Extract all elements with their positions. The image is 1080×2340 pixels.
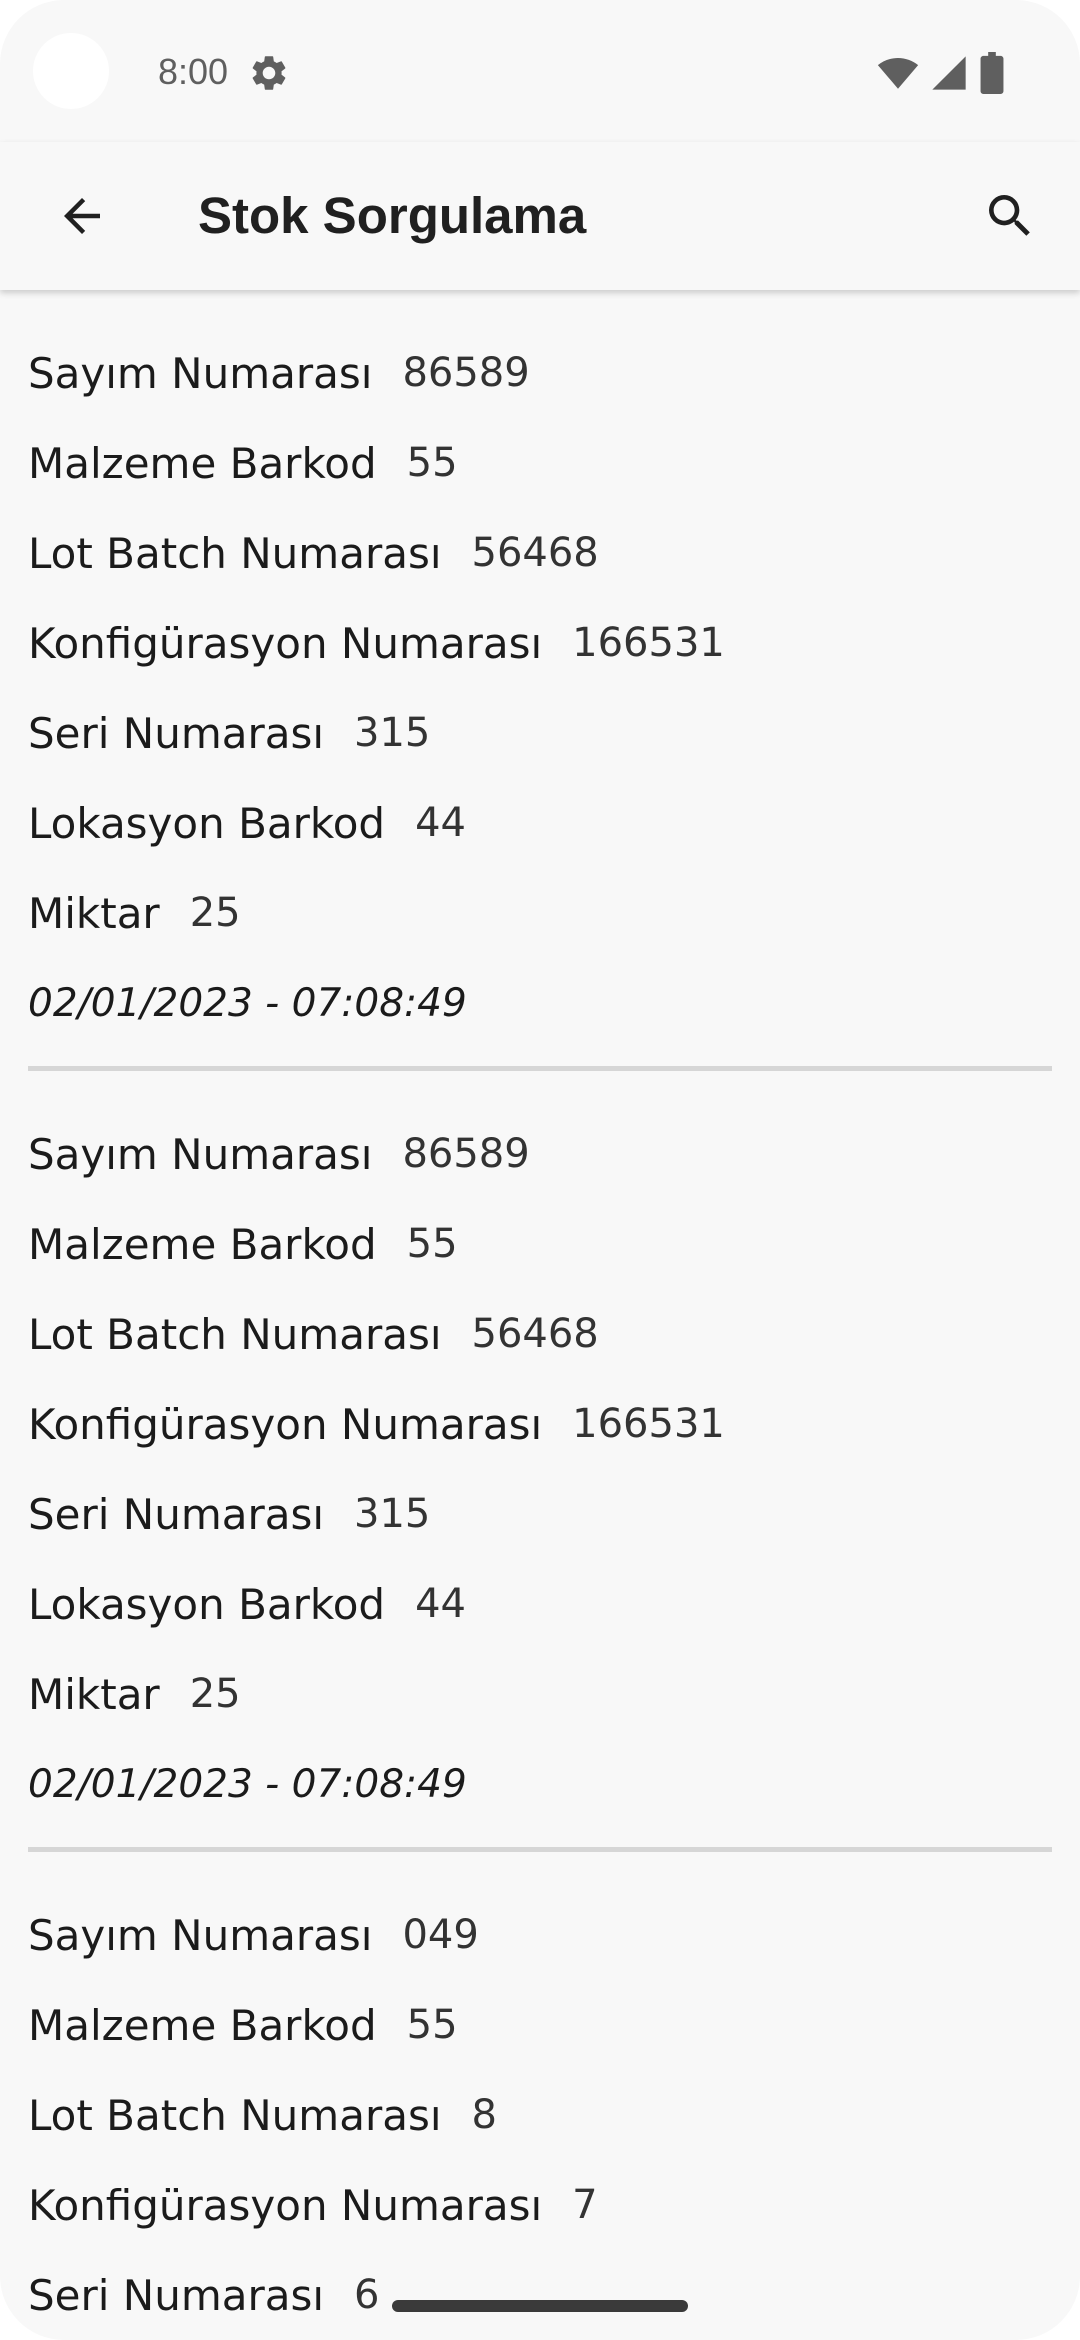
field-row-seri-numarasi: Seri Numarası 6	[28, 2250, 1052, 2340]
field-label: Lokasyon Barkod	[28, 1579, 386, 1629]
field-label: Miktar	[28, 1669, 160, 1719]
field-label: Sayım Numarası	[28, 1129, 373, 1179]
field-row-konfigurasyon-numarasi: Konfigürasyon Numarası 166531	[28, 1379, 1052, 1469]
field-row-sayim-numarasi: Sayım Numarası 049	[28, 1890, 1052, 1980]
home-indicator[interactable]	[392, 2300, 688, 2312]
field-label: Sayım Numarası	[28, 348, 373, 398]
field-label: Lokasyon Barkod	[28, 798, 386, 848]
field-value: 166531	[572, 1401, 725, 1447]
status-bar: 8:00	[0, 0, 1080, 142]
field-row-lokasyon-barkod: Lokasyon Barkod 44	[28, 1559, 1052, 1649]
field-label: Malzeme Barkod	[28, 438, 377, 488]
field-row-lot-batch-numarasi: Lot Batch Numarası 56468	[28, 508, 1052, 598]
field-value: 7	[572, 2182, 598, 2228]
field-value: 55	[406, 1221, 458, 1267]
field-row-malzeme-barkod: Malzeme Barkod 55	[28, 1199, 1052, 1289]
field-label: Malzeme Barkod	[28, 1219, 377, 1269]
field-label: Miktar	[28, 888, 160, 938]
field-row-lot-batch-numarasi: Lot Batch Numarası 56468	[28, 1289, 1052, 1379]
wifi-icon	[877, 57, 919, 89]
field-row-lokasyon-barkod: Lokasyon Barkod 44	[28, 778, 1052, 868]
field-label: Seri Numarası	[28, 1489, 325, 1539]
field-row-malzeme-barkod: Malzeme Barkod 55	[28, 1980, 1052, 2070]
field-value: 55	[406, 2002, 458, 2048]
field-label: Konfigürasyon Numarası	[28, 618, 543, 668]
search-button[interactable]	[968, 174, 1052, 258]
field-value: 049	[402, 1912, 479, 1958]
list-item[interactable]: Sayım Numarası 86589 Malzeme Barkod 55 L…	[0, 1071, 1080, 1829]
field-value: 44	[415, 800, 466, 846]
field-row-lot-batch-numarasi: Lot Batch Numarası 8	[28, 2070, 1052, 2160]
field-row-sayim-numarasi: Sayım Numarası 86589	[28, 1109, 1052, 1199]
field-value: 56468	[471, 530, 599, 576]
field-row-seri-numarasi: Seri Numarası 315	[28, 688, 1052, 778]
arrow-left-icon	[64, 198, 100, 234]
field-row-konfigurasyon-numarasi: Konfigürasyon Numarası 7	[28, 2160, 1052, 2250]
list-item[interactable]: Sayım Numarası 86589 Malzeme Barkod 55 L…	[0, 290, 1080, 1048]
search-icon	[989, 195, 1030, 236]
settings-icon	[252, 56, 286, 90]
camera-cutout	[33, 33, 109, 109]
field-label: Lot Batch Numarası	[28, 2090, 442, 2140]
field-value: 44	[415, 1581, 466, 1627]
field-label: Lot Batch Numarası	[28, 1309, 442, 1359]
status-icons	[877, 52, 1005, 94]
battery-icon	[980, 52, 1004, 94]
field-label: Lot Batch Numarası	[28, 528, 442, 578]
field-value: 86589	[402, 1131, 530, 1177]
field-value: 25	[189, 890, 241, 936]
field-label: Seri Numarası	[28, 2270, 325, 2320]
field-value: 86589	[402, 350, 530, 396]
field-row-konfigurasyon-numarasi: Konfigürasyon Numarası 166531	[28, 598, 1052, 688]
field-label: Konfigürasyon Numarası	[28, 1399, 543, 1449]
field-label: Malzeme Barkod	[28, 2000, 377, 2050]
record-date: 02/01/2023 - 07:08:49	[28, 980, 467, 1026]
page-title: Stok Sorgulama	[198, 187, 587, 244]
field-value: 6	[354, 2272, 380, 2318]
list-item[interactable]: Sayım Numarası 049 Malzeme Barkod 55 Lot…	[0, 1852, 1080, 2340]
field-value: 8	[471, 2092, 497, 2138]
field-label: Sayım Numarası	[28, 1910, 373, 1960]
field-value: 56468	[471, 1311, 599, 1357]
field-row-miktar: Miktar 25	[28, 868, 1052, 958]
field-label: Konfigürasyon Numarası	[28, 2180, 543, 2230]
field-value: 315	[354, 1491, 431, 1537]
record-date: 02/01/2023 - 07:08:49	[28, 1761, 467, 1807]
field-row-miktar: Miktar 25	[28, 1649, 1052, 1739]
status-time: 8:00	[158, 51, 229, 92]
field-row-sayim-numarasi: Sayım Numarası 86589	[28, 328, 1052, 418]
screen: 8:00 Stok Sorgulama Sayım Numarası 86589…	[0, 0, 1080, 2340]
field-value: 166531	[572, 620, 725, 666]
app-bar: Stok Sorgulama	[0, 142, 1080, 290]
field-row-malzeme-barkod: Malzeme Barkod 55	[28, 418, 1052, 508]
field-label: Seri Numarası	[28, 708, 325, 758]
field-value: 55	[406, 440, 458, 486]
field-row-seri-numarasi: Seri Numarası 315	[28, 1469, 1052, 1559]
cellular-signal-icon	[932, 56, 966, 90]
back-button[interactable]	[40, 174, 124, 258]
field-value: 25	[189, 1671, 241, 1717]
stock-record-list[interactable]: Sayım Numarası 86589 Malzeme Barkod 55 L…	[0, 290, 1080, 2340]
field-value: 315	[354, 710, 431, 756]
